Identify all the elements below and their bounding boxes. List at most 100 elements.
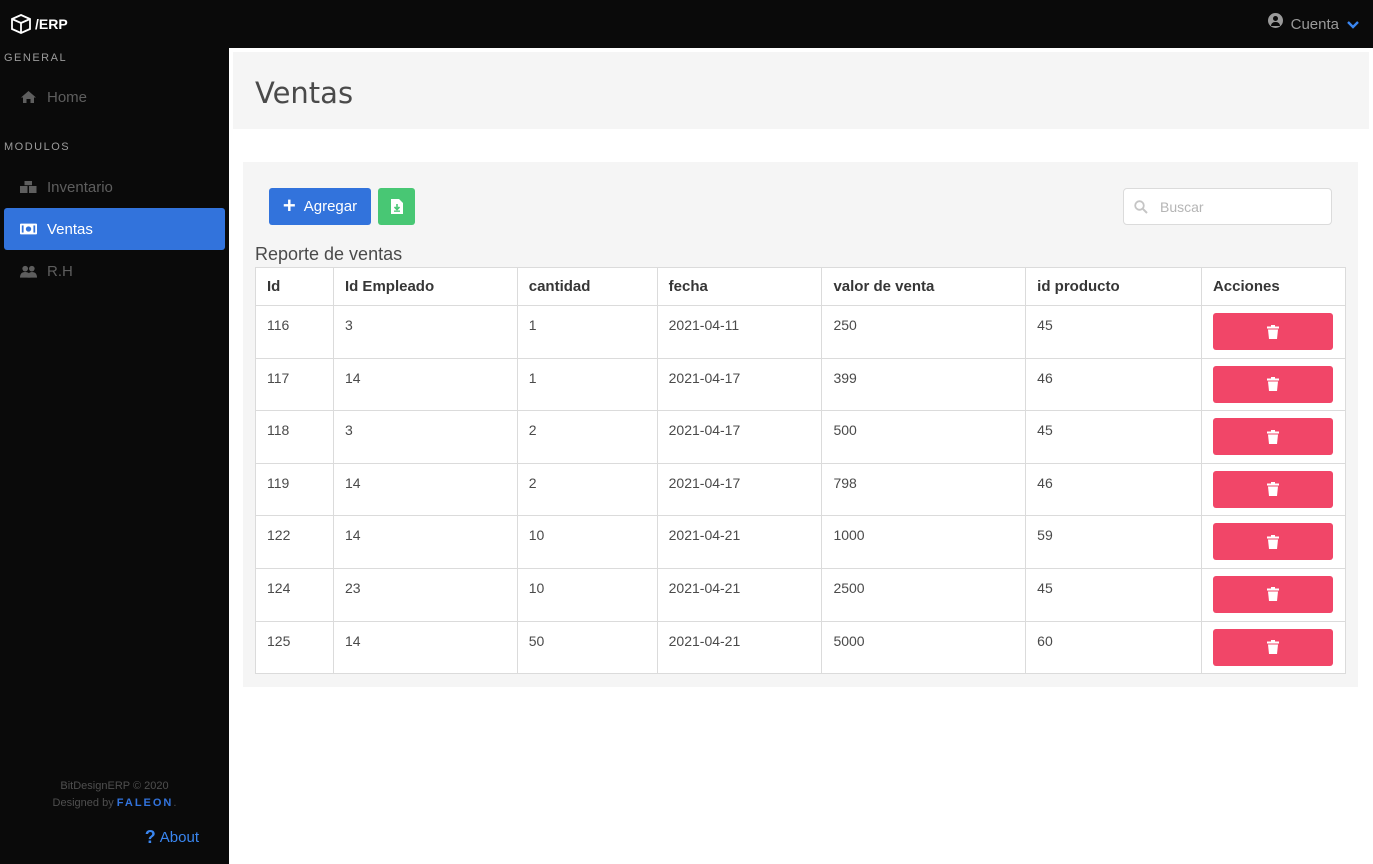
cell-valor-venta: 500 bbox=[821, 410, 1027, 464]
sidebar-item-label: Inventario bbox=[47, 178, 113, 196]
trash-icon bbox=[1266, 534, 1279, 549]
add-button[interactable]: + Agregar bbox=[269, 188, 371, 225]
table-row: 117 14 1 2021-04-17 399 46 bbox=[255, 357, 1347, 412]
cell-id-empleado: 3 bbox=[332, 305, 518, 359]
cell-actions bbox=[1200, 462, 1347, 517]
page-header: Ventas bbox=[233, 52, 1369, 129]
column-header-acciones: Acciones bbox=[1200, 267, 1347, 306]
sidebar-item-label: Home bbox=[47, 88, 88, 106]
brand-logo[interactable]: /ERP bbox=[10, 14, 68, 34]
cell-id: 122 bbox=[255, 515, 334, 569]
boxes-icon bbox=[20, 180, 37, 194]
file-download-icon bbox=[390, 199, 403, 214]
delete-button[interactable] bbox=[1212, 470, 1333, 508]
sidebar-item-inventario[interactable]: Inventario bbox=[4, 166, 225, 208]
cube-icon bbox=[11, 14, 31, 34]
sales-panel: + Agregar Reporte de ventas Id Id Emplea… bbox=[243, 162, 1358, 687]
cell-valor-venta: 798 bbox=[821, 462, 1027, 517]
cell-id-producto: 45 bbox=[1025, 410, 1202, 464]
column-header-id[interactable]: Id bbox=[255, 267, 334, 306]
about-label: About bbox=[159, 829, 199, 846]
cell-id-empleado: 14 bbox=[332, 515, 518, 569]
sidebar-item-ventas[interactable]: Ventas bbox=[4, 208, 225, 250]
cell-id-empleado: 3 bbox=[332, 410, 518, 464]
plus-icon: + bbox=[282, 192, 296, 218]
cell-actions bbox=[1200, 305, 1347, 359]
cell-id-producto: 45 bbox=[1025, 567, 1202, 622]
chevron-down-icon bbox=[1347, 20, 1359, 29]
cell-id-empleado: 23 bbox=[332, 567, 518, 622]
faleon-link[interactable]: FALEON bbox=[117, 797, 174, 809]
cell-valor-venta: 250 bbox=[821, 305, 1027, 359]
column-header-id-producto[interactable]: id producto bbox=[1025, 267, 1202, 306]
about-link[interactable]: ? About bbox=[145, 827, 199, 848]
cell-cantidad: 1 bbox=[516, 305, 658, 359]
column-header-fecha[interactable]: fecha bbox=[656, 267, 823, 306]
user-circle-icon bbox=[1267, 12, 1283, 28]
cell-id: 116 bbox=[255, 305, 334, 359]
sidebar-item-rh[interactable]: R.H bbox=[4, 250, 225, 292]
cell-valor-venta: 399 bbox=[821, 357, 1027, 412]
designed-by: Designed by FALEON. bbox=[52, 797, 177, 809]
cell-fecha: 2021-04-21 bbox=[656, 515, 823, 569]
cell-fecha: 2021-04-21 bbox=[656, 620, 823, 675]
delete-button[interactable] bbox=[1212, 523, 1333, 561]
trash-icon bbox=[1266, 377, 1279, 392]
search-box[interactable] bbox=[1123, 188, 1332, 225]
table-row: 125 14 50 2021-04-21 5000 60 bbox=[255, 620, 1347, 675]
sidebar-item-label: R.H bbox=[47, 262, 73, 280]
cell-id: 118 bbox=[255, 410, 334, 464]
delete-button[interactable] bbox=[1212, 418, 1333, 456]
trash-icon bbox=[1266, 640, 1279, 655]
search-icon bbox=[1134, 199, 1148, 214]
column-header-cantidad[interactable]: cantidad bbox=[516, 267, 658, 306]
cell-valor-venta: 1000 bbox=[821, 515, 1027, 569]
cell-valor-venta: 5000 bbox=[821, 620, 1027, 675]
export-button[interactable] bbox=[378, 188, 415, 225]
delete-button[interactable] bbox=[1212, 628, 1333, 666]
home-icon bbox=[20, 90, 37, 104]
cell-fecha: 2021-04-17 bbox=[656, 410, 823, 464]
table-row: 124 23 10 2021-04-21 2500 45 bbox=[255, 567, 1347, 622]
cell-id-producto: 46 bbox=[1025, 462, 1202, 517]
sales-table: Id Id Empleado cantidad fecha valor de v… bbox=[255, 267, 1347, 675]
sidebar-footer: BitDesignERP © 2020 Designed by FALEON. bbox=[0, 778, 229, 812]
delete-button[interactable] bbox=[1212, 365, 1333, 403]
cell-id-producto: 46 bbox=[1025, 357, 1202, 412]
cell-valor-venta: 2500 bbox=[821, 567, 1027, 622]
menu-label-general: GENERAL bbox=[4, 52, 68, 64]
sidebar-item-home[interactable]: Home bbox=[4, 76, 225, 118]
account-menu[interactable]: Cuenta bbox=[1267, 12, 1359, 33]
trash-icon bbox=[1266, 324, 1279, 339]
sidebar: GENERAL Home MODULOS Inventario Ventas R… bbox=[0, 48, 229, 864]
table-row: 118 3 2 2021-04-17 500 45 bbox=[255, 410, 1347, 464]
money-bill-icon bbox=[20, 223, 37, 235]
top-navbar: /ERP Cuenta bbox=[0, 0, 1373, 48]
trash-icon bbox=[1266, 587, 1279, 602]
column-header-valor-venta[interactable]: valor de venta bbox=[821, 267, 1027, 306]
cell-id: 125 bbox=[255, 620, 334, 675]
table-caption: Reporte de ventas bbox=[255, 244, 403, 264]
cell-cantidad: 2 bbox=[516, 462, 658, 517]
copyright-text: BitDesignERP © 2020 bbox=[60, 780, 169, 792]
search-input[interactable] bbox=[1160, 198, 1310, 215]
cell-id-empleado: 14 bbox=[332, 620, 518, 675]
cell-fecha: 2021-04-21 bbox=[656, 567, 823, 622]
cell-actions bbox=[1200, 357, 1347, 412]
users-icon bbox=[20, 265, 37, 278]
brand-text: /ERP bbox=[35, 16, 68, 32]
cell-actions bbox=[1200, 515, 1347, 569]
cell-id: 117 bbox=[255, 357, 334, 412]
question-icon: ? bbox=[144, 827, 156, 847]
delete-button[interactable] bbox=[1212, 575, 1333, 613]
cell-id-producto: 45 bbox=[1025, 305, 1202, 359]
cell-actions bbox=[1200, 410, 1347, 464]
add-button-label: Agregar bbox=[303, 198, 358, 215]
cell-id: 119 bbox=[255, 462, 334, 517]
table-header-row: Id Id Empleado cantidad fecha valor de v… bbox=[255, 267, 1347, 306]
page-title: Ventas bbox=[255, 76, 354, 110]
cell-id-producto: 59 bbox=[1025, 515, 1202, 569]
column-header-id-empleado[interactable]: Id Empleado bbox=[332, 267, 518, 306]
delete-button[interactable] bbox=[1212, 313, 1333, 350]
trash-icon bbox=[1266, 429, 1279, 444]
